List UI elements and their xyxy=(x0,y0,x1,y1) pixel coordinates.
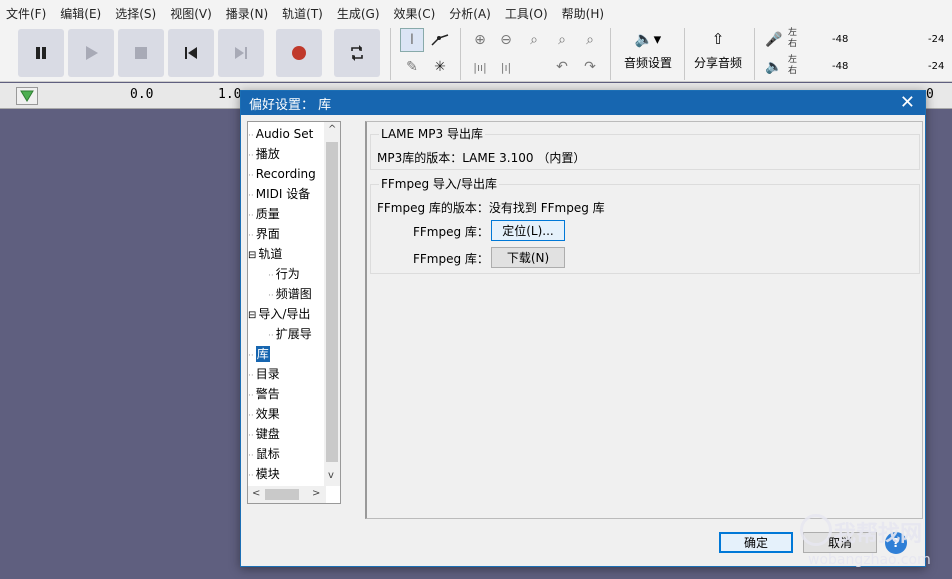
lame-version-text: MP3库的版本：LAME 3.100 （内置） xyxy=(377,151,586,165)
ffmpeg-download-label: FFmpeg 库： xyxy=(413,252,489,266)
tree-item[interactable]: ·· 键盘 xyxy=(248,424,280,444)
ffmpeg-group: FFmpeg 导入/导出库 FFmpeg 库的版本：没有找到 FFmpeg 库 … xyxy=(370,175,920,274)
tree-horizontal-scrollbar[interactable]: < > xyxy=(248,486,326,503)
fit-selection-icon[interactable]: ⌕ xyxy=(522,28,546,52)
record-meter[interactable]: 左右 -48 -24 xyxy=(788,28,948,52)
play-button[interactable] xyxy=(68,29,114,77)
menubar: 文件(F) 编辑(E) 选择(S) 视图(V) 播录(N) 轨道(T) 生成(G) 效果(C)… xyxy=(0,0,952,26)
menu-item[interactable]: 编辑(E) xyxy=(60,5,101,22)
tree-item[interactable]: ·· Audio Set xyxy=(248,124,313,144)
record-icon xyxy=(292,46,306,60)
microphone-icon[interactable]: 🎤 xyxy=(762,28,786,52)
dialog-title: 偏好设置： 库 xyxy=(249,97,332,113)
menu-item[interactable]: 播录(N) xyxy=(226,5,268,22)
scroll-down-icon[interactable]: v xyxy=(328,470,334,481)
menu-item[interactable]: 分析(A) xyxy=(449,5,491,22)
pause-button[interactable] xyxy=(18,29,64,77)
stop-button[interactable] xyxy=(118,29,164,77)
zoom-in-icon[interactable]: ⊕ xyxy=(468,28,492,52)
ffmpeg-locate-label: FFmpeg 库： xyxy=(413,225,489,239)
redo-icon[interactable]: ↷ xyxy=(578,55,602,79)
menu-item[interactable]: 生成(G) xyxy=(337,5,380,22)
tree-item[interactable]: ·· 频谱图 xyxy=(268,284,312,304)
tree-item[interactable]: ·· 目录 xyxy=(248,364,280,384)
preferences-dialog: 偏好设置： 库 ✕ ·· Audio Set ·· 播放 ·· Recording ·· MI… xyxy=(240,90,926,567)
tree-item[interactable]: ·· 扩展导 xyxy=(268,324,312,344)
pause-icon xyxy=(36,47,46,59)
tree-item[interactable]: ·· 质量 xyxy=(248,204,280,224)
tree-item[interactable]: ⊟ 导入/导出 xyxy=(248,304,310,324)
record-button[interactable] xyxy=(276,29,322,77)
menu-item[interactable]: 视图(V) xyxy=(170,5,212,22)
undo-icon[interactable]: ↶ xyxy=(550,55,574,79)
tree-item[interactable]: ·· 库 xyxy=(248,344,270,364)
watermark: 我帮找网 wobangzhao.com xyxy=(794,512,952,578)
tree-item[interactable]: ·· 鼠标 xyxy=(248,444,280,464)
scroll-up-icon[interactable]: ^ xyxy=(328,124,336,135)
play-head-icon xyxy=(20,90,34,102)
scroll-right-icon[interactable]: > xyxy=(312,488,320,499)
draw-tool-icon[interactable]: ✎ xyxy=(400,55,424,79)
share-icon: ⇧ xyxy=(711,30,725,48)
speaker-meter-icon[interactable]: 🔈 xyxy=(762,55,786,79)
collapse-icon[interactable]: ⊟ xyxy=(248,310,256,321)
selection-tool-icon[interactable]: I xyxy=(400,28,424,52)
menu-item[interactable]: 效果(C) xyxy=(394,5,436,22)
silence-icon[interactable]: |ı| xyxy=(494,55,518,79)
dialog-title-bar: 偏好设置： 库 xyxy=(241,91,925,115)
locate-button[interactable]: 定位(L)... xyxy=(491,220,565,241)
menu-item[interactable]: 工具(O) xyxy=(505,5,548,22)
ffmpeg-version-text: FFmpeg 库的版本：没有找到 FFmpeg 库 xyxy=(377,201,605,215)
tree-item[interactable]: ⊟ 轨道 xyxy=(248,244,282,264)
loop-icon xyxy=(351,45,363,61)
envelope-tool-icon[interactable] xyxy=(428,28,452,52)
trim-icon[interactable]: |ıı| xyxy=(468,55,492,79)
close-icon[interactable]: ✕ xyxy=(900,93,915,113)
skip-start-icon xyxy=(185,47,197,59)
tree-item[interactable]: ·· 警告 xyxy=(248,384,280,404)
menu-item[interactable]: 文件(F) xyxy=(6,5,46,22)
multi-tool-icon[interactable]: ✳ xyxy=(428,55,452,79)
tree-item[interactable]: ·· 播放 xyxy=(248,144,280,164)
menu-item[interactable]: 轨道(T) xyxy=(282,5,323,22)
tree-item[interactable]: ·· Recording xyxy=(248,164,316,184)
ok-button[interactable]: 确定 xyxy=(719,532,793,553)
timeline-options-button[interactable] xyxy=(16,87,38,105)
collapse-icon[interactable]: ⊟ xyxy=(248,250,256,261)
tree-item[interactable]: ·· MIDI 设备 xyxy=(248,184,310,204)
skip-end-button[interactable] xyxy=(218,29,264,77)
skip-start-button[interactable] xyxy=(168,29,214,77)
skip-end-icon xyxy=(235,47,247,59)
speaker-icon: 🔈▾ xyxy=(634,30,662,48)
menu-item[interactable]: 选择(S) xyxy=(115,5,156,22)
tree-item[interactable]: ·· 行为 xyxy=(268,264,300,284)
watermark-logo-icon xyxy=(800,514,832,546)
zoom-toggle-icon[interactable]: ⌕ xyxy=(578,28,602,52)
zoom-out-icon[interactable]: ⊖ xyxy=(494,28,518,52)
download-button[interactable]: 下载(N) xyxy=(491,247,565,268)
toolbar: I ✎ ✳ ⊕ ⊖ ⌕ ⌕ ⌕ |ıı| |ı| ↶ ↷ 🔈▾ 音频设置 ⇧ 分… xyxy=(0,26,952,82)
tree-item[interactable]: ·· 界面 xyxy=(248,224,280,244)
play-icon xyxy=(86,46,98,60)
tree-vertical-scrollbar[interactable]: ^ v xyxy=(324,122,340,486)
playback-meter[interactable]: 左右 -48 -24 xyxy=(788,55,948,79)
library-settings-panel: LAME MP3 导出库 MP3库的版本：LAME 3.100 （内置） FFm… xyxy=(365,121,923,519)
loop-button[interactable] xyxy=(334,29,380,77)
share-audio-button[interactable]: ⇧ 分享音频 xyxy=(690,30,746,78)
tree-item[interactable]: ·· 效果 xyxy=(248,404,280,424)
lame-group: LAME MP3 导出库 MP3库的版本：LAME 3.100 （内置） xyxy=(370,125,920,170)
stop-icon xyxy=(135,47,147,59)
fit-project-icon[interactable]: ⌕ xyxy=(550,28,574,52)
audio-setup-button[interactable]: 🔈▾ 音频设置 xyxy=(620,30,676,78)
preferences-tree[interactable]: ·· Audio Set ·· 播放 ·· Recording ·· MIDI 设备 ·· 质量 ·… xyxy=(247,121,341,504)
menu-item[interactable]: 帮助(H) xyxy=(562,5,604,22)
scroll-left-icon[interactable]: < xyxy=(252,488,260,499)
tree-item[interactable]: ·· 模块 xyxy=(248,464,280,484)
